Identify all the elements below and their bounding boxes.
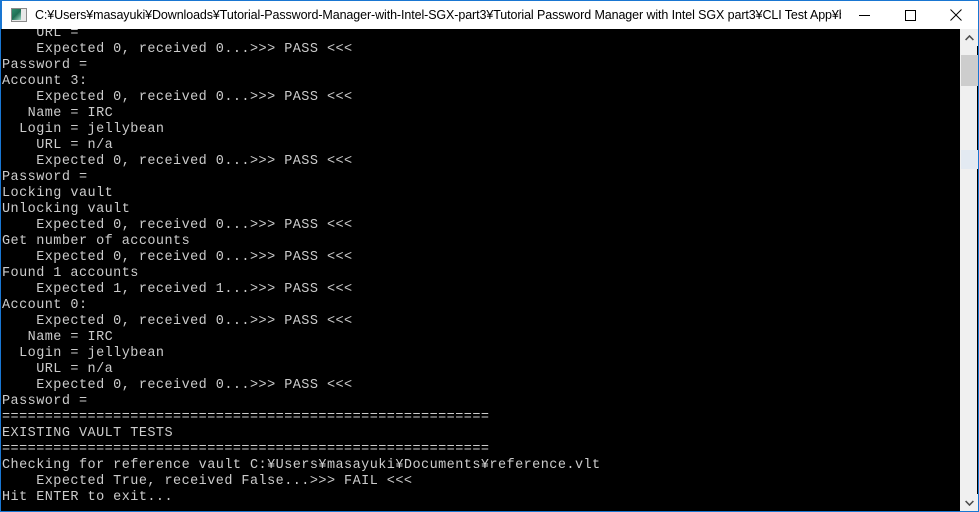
console-line: Expected 0, received 0...>>> PASS <<< — [2, 218, 353, 233]
console-line: URL = n/a — [2, 138, 114, 153]
scroll-down-button[interactable] — [961, 494, 978, 511]
console-line: EXISTING VAULT TESTS — [2, 426, 174, 441]
close-icon — [950, 9, 962, 21]
console-line: Checking for reference vault C:¥Users¥ma… — [2, 458, 601, 473]
window-title: C:¥Users¥masayuki¥Downloads¥Tutorial-Pas… — [35, 8, 841, 22]
maximize-icon — [904, 9, 916, 21]
console-line: Hit ENTER to exit... — [2, 490, 174, 505]
console-line: Get number of accounts — [2, 234, 191, 249]
console-line: Expected True, received False...>>> FAIL… — [2, 474, 413, 489]
console-line: Login = jellybean — [2, 346, 165, 361]
console-window: C:¥Users¥masayuki¥Downloads¥Tutorial-Pas… — [0, 0, 979, 512]
console-line: Expected 0, received 0...>>> PASS <<< — [2, 250, 353, 265]
console-line: Found 1 accounts — [2, 266, 139, 281]
console-line: Expected 0, received 0...>>> PASS <<< — [2, 42, 353, 57]
console-line: Unlocking vault — [2, 202, 131, 217]
close-button[interactable] — [933, 1, 978, 29]
minimize-button[interactable] — [841, 1, 887, 29]
console-line: Password = — [2, 394, 88, 409]
scrollbar-hover-highlight — [961, 150, 978, 169]
chevron-up-icon — [965, 34, 974, 41]
console-line: Expected 0, received 0...>>> PASS <<< — [2, 154, 353, 169]
scrollbar-track[interactable] — [960, 29, 978, 511]
chevron-down-icon — [965, 499, 974, 506]
console-window-icon — [11, 7, 27, 23]
console-line: Name = IRC — [2, 106, 114, 121]
console-line: Account 3: — [2, 74, 88, 89]
console-line: Name = IRC — [2, 330, 114, 345]
console-line: Expected 0, received 0...>>> PASS <<< — [2, 90, 353, 105]
console-line: Locking vault — [2, 186, 114, 201]
console-line: Expected 1, received 1...>>> PASS <<< — [2, 282, 353, 297]
console-line: Expected 0, received 0...>>> PASS <<< — [2, 314, 353, 329]
console-line: Account 0: — [2, 298, 88, 313]
window-controls — [841, 1, 978, 29]
console-line: ========================================… — [2, 410, 490, 425]
console-line: Password = — [2, 58, 88, 73]
scroll-up-button[interactable] — [961, 29, 978, 46]
console-text: URL = Expected 0, received 0...>>> PASS … — [2, 29, 963, 506]
maximize-button[interactable] — [887, 1, 933, 29]
title-bar[interactable]: C:¥Users¥masayuki¥Downloads¥Tutorial-Pas… — [1, 0, 978, 29]
console-output-area[interactable]: URL = Expected 0, received 0...>>> PASS … — [2, 29, 963, 511]
console-line: ========================================… — [2, 442, 490, 457]
console-line: URL = — [2, 29, 79, 41]
scrollbar-thumb[interactable] — [961, 55, 978, 86]
minimize-icon — [858, 14, 870, 16]
console-line: Expected 0, received 0...>>> PASS <<< — [2, 378, 353, 393]
console-line: Password = — [2, 170, 88, 185]
console-line: URL = n/a — [2, 362, 114, 377]
console-line: Login = jellybean — [2, 122, 165, 137]
